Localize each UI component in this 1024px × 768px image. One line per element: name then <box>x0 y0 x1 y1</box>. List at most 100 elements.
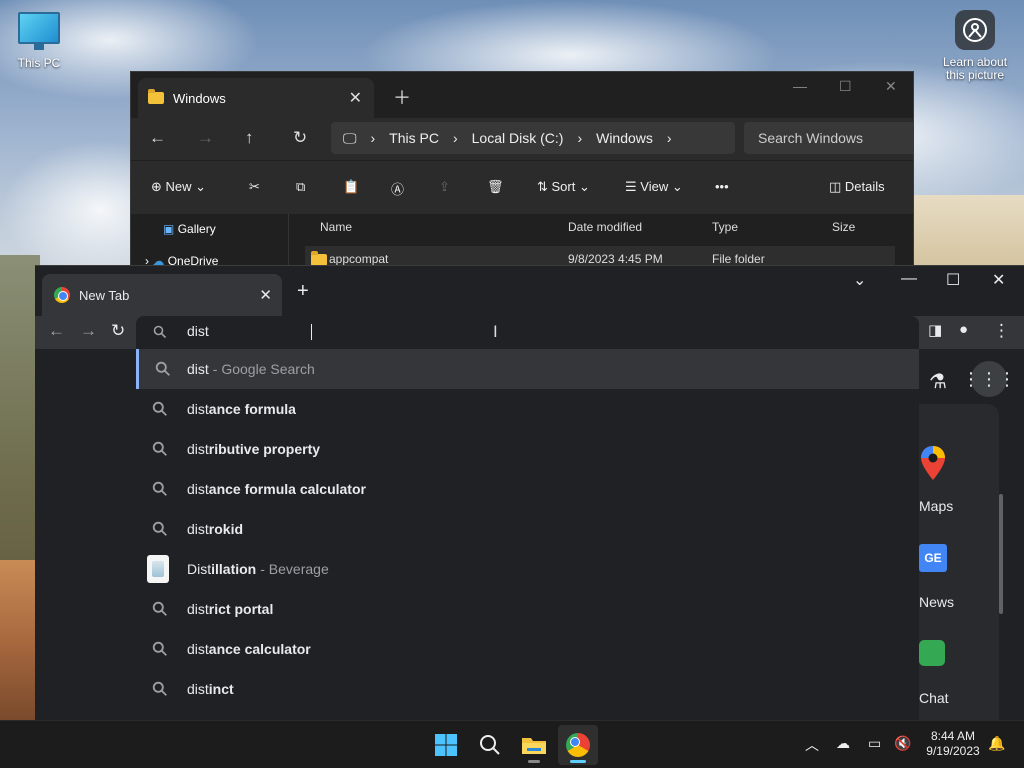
more-options-icon[interactable]: ••• <box>715 179 729 194</box>
suggestion-completion: rict portal <box>208 601 274 617</box>
apps-grid-icon[interactable]: ⋮⋮⋮ <box>962 361 1016 397</box>
minimize-icon[interactable]: — <box>901 270 917 288</box>
entity-thumbnail-icon <box>147 555 169 583</box>
start-button[interactable] <box>426 725 466 765</box>
cut-icon[interactable]: ✂ <box>249 179 260 195</box>
suggestion-completion: ance formula <box>208 401 296 417</box>
new-tab-icon[interactable]: ＋ <box>393 84 411 110</box>
up-icon[interactable]: ↑ <box>245 128 254 148</box>
suggestion-item[interactable]: dist ance calculator <box>136 629 919 669</box>
notification-bell-icon[interactable]: 🔔 <box>988 735 1005 752</box>
taskbar-file-explorer[interactable] <box>514 725 554 765</box>
delete-icon[interactable]: 🗑 <box>487 179 504 195</box>
omnibox-input[interactable] <box>187 323 487 339</box>
chevron-right-icon: › <box>370 130 376 146</box>
volume-muted-icon[interactable]: 🔇 <box>894 735 911 752</box>
details-button[interactable]: ◫ Details <box>829 179 885 195</box>
this-pc-label: This PC <box>17 56 61 70</box>
profile-icon[interactable]: ● <box>959 321 968 338</box>
sort-label: Sort <box>551 179 576 194</box>
this-pc-desktop-icon[interactable]: This PC <box>14 10 64 70</box>
maximize-icon[interactable]: ☐ <box>946 270 960 290</box>
column-type[interactable]: Type <box>712 220 738 234</box>
system-clock[interactable]: 8:44 AM 9/19/2023 <box>922 729 984 759</box>
paste-icon[interactable]: 📋 <box>343 179 359 195</box>
chat-icon[interactable] <box>919 640 945 666</box>
explorer-search-input[interactable]: Search Windows <box>744 122 913 154</box>
forward-icon[interactable]: → <box>80 321 97 341</box>
clock-time: 8:44 AM <box>930 729 976 743</box>
maximize-icon[interactable]: ☐ <box>839 78 852 95</box>
new-tab-icon[interactable]: + <box>297 280 309 303</box>
suggestion-item[interactable]: dist ance formula calculator <box>136 469 919 509</box>
news-icon[interactable]: GE <box>919 544 947 572</box>
search-icon <box>153 325 167 339</box>
suggestion-item[interactable]: dist rict portal <box>136 589 919 629</box>
search-icon <box>152 481 167 496</box>
minimize-icon[interactable]: — <box>793 78 807 94</box>
learn-about-picture-desktop-icon[interactable]: Learn about this picture <box>936 10 1014 82</box>
suggestion-item-entity[interactable]: Dist illation - Beverage <box>136 549 919 589</box>
omnibox-suggestions: dist - Google Search dist ance formula di… <box>136 349 919 720</box>
back-icon[interactable]: ← <box>48 321 65 341</box>
side-panel-icon[interactable]: ◨ <box>928 321 942 339</box>
forward-icon[interactable]: → <box>197 128 214 148</box>
copy-icon[interactable]: ⧉ <box>296 179 305 195</box>
column-name[interactable]: Name <box>320 220 352 234</box>
file-date: 9/8/2023 4:45 PM <box>568 252 663 266</box>
chevron-up-icon[interactable]: ︿ <box>805 735 819 755</box>
new-tab-page: ⚗ ⋮⋮⋮ Maps GE News Chat dist - Google Se… <box>35 349 1024 720</box>
rename-icon[interactable]: Ⓐ <box>391 179 404 198</box>
menu-icon[interactable]: ⋮ <box>993 321 1010 341</box>
onedrive-cloud-icon[interactable]: ☁ <box>836 735 850 752</box>
sidebar-item-label: Gallery <box>177 222 216 236</box>
close-window-icon[interactable]: ✕ <box>885 78 897 95</box>
omnibox[interactable]: I <box>136 316 919 349</box>
search-icon <box>152 601 167 616</box>
taskbar: ︿ ☁ ▭ 🔇 8:44 AM 9/19/2023 🔔 <box>0 720 1024 768</box>
search-icon <box>152 401 167 416</box>
suggestion-completion: rokid <box>208 521 244 537</box>
breadcrumb-windows[interactable]: Windows <box>596 130 653 146</box>
camera-info-icon <box>955 10 995 50</box>
address-bar[interactable]: 🖵 › This PC › Local Disk (C:) › Windows … <box>331 122 735 154</box>
explorer-tab[interactable]: Windows ✕ <box>138 78 374 118</box>
explorer-tab-title: Windows <box>173 90 226 106</box>
sort-button[interactable]: ⇅ Sort ⌄ <box>537 179 590 195</box>
chevron-right-icon[interactable]: › <box>667 130 672 146</box>
tab-search-chevron-icon[interactable]: ⌄ <box>853 270 866 290</box>
close-tab-icon[interactable]: ✕ <box>259 286 272 304</box>
taskbar-search-button[interactable] <box>470 725 510 765</box>
close-window-icon[interactable]: ✕ <box>992 270 1005 290</box>
close-tab-icon[interactable]: ✕ <box>349 88 362 108</box>
suggestion-item[interactable]: dist ance formula <box>136 389 919 429</box>
refresh-icon[interactable]: ↻ <box>293 128 307 148</box>
suggestion-item[interactable]: dist inct <box>136 669 919 709</box>
breadcrumb-this-pc[interactable]: This PC <box>389 130 439 146</box>
breadcrumb-local-disk[interactable]: Local Disk (C:) <box>472 130 564 146</box>
scrollbar[interactable] <box>999 494 1003 614</box>
share-icon[interactable]: ⇪ <box>439 179 450 195</box>
search-icon <box>480 735 500 755</box>
back-icon[interactable]: ← <box>149 128 166 148</box>
column-size[interactable]: Size <box>832 220 855 234</box>
taskbar-chrome[interactable] <box>558 725 598 765</box>
reload-icon[interactable]: ↻ <box>111 321 125 341</box>
suggestion-item[interactable]: dist - Google Search <box>136 349 919 389</box>
search-icon <box>152 681 167 696</box>
view-button[interactable]: ☰ View ⌄ <box>625 179 683 195</box>
windows-logo-icon <box>435 734 457 756</box>
maps-icon[interactable] <box>919 444 947 482</box>
new-button[interactable]: ⊕ New ⌄ <box>151 179 206 195</box>
sidebar-item-gallery[interactable]: ▣ Gallery <box>163 222 216 236</box>
suggestion-item[interactable]: dist rokid <box>136 509 919 549</box>
suggestion-typed: dist <box>187 401 209 417</box>
search-icon <box>155 361 170 376</box>
column-date-modified[interactable]: Date modified <box>568 220 642 234</box>
chrome-tab[interactable]: New Tab ✕ <box>42 274 282 316</box>
suggestion-item[interactable]: dist ributive property <box>136 429 919 469</box>
chrome-titlebar: New Tab ✕ + ⌄ — ☐ ✕ <box>35 266 1024 316</box>
file-name: appcompat <box>329 252 389 266</box>
labs-flask-icon[interactable]: ⚗ <box>929 369 947 394</box>
network-icon[interactable]: ▭ <box>868 735 881 752</box>
